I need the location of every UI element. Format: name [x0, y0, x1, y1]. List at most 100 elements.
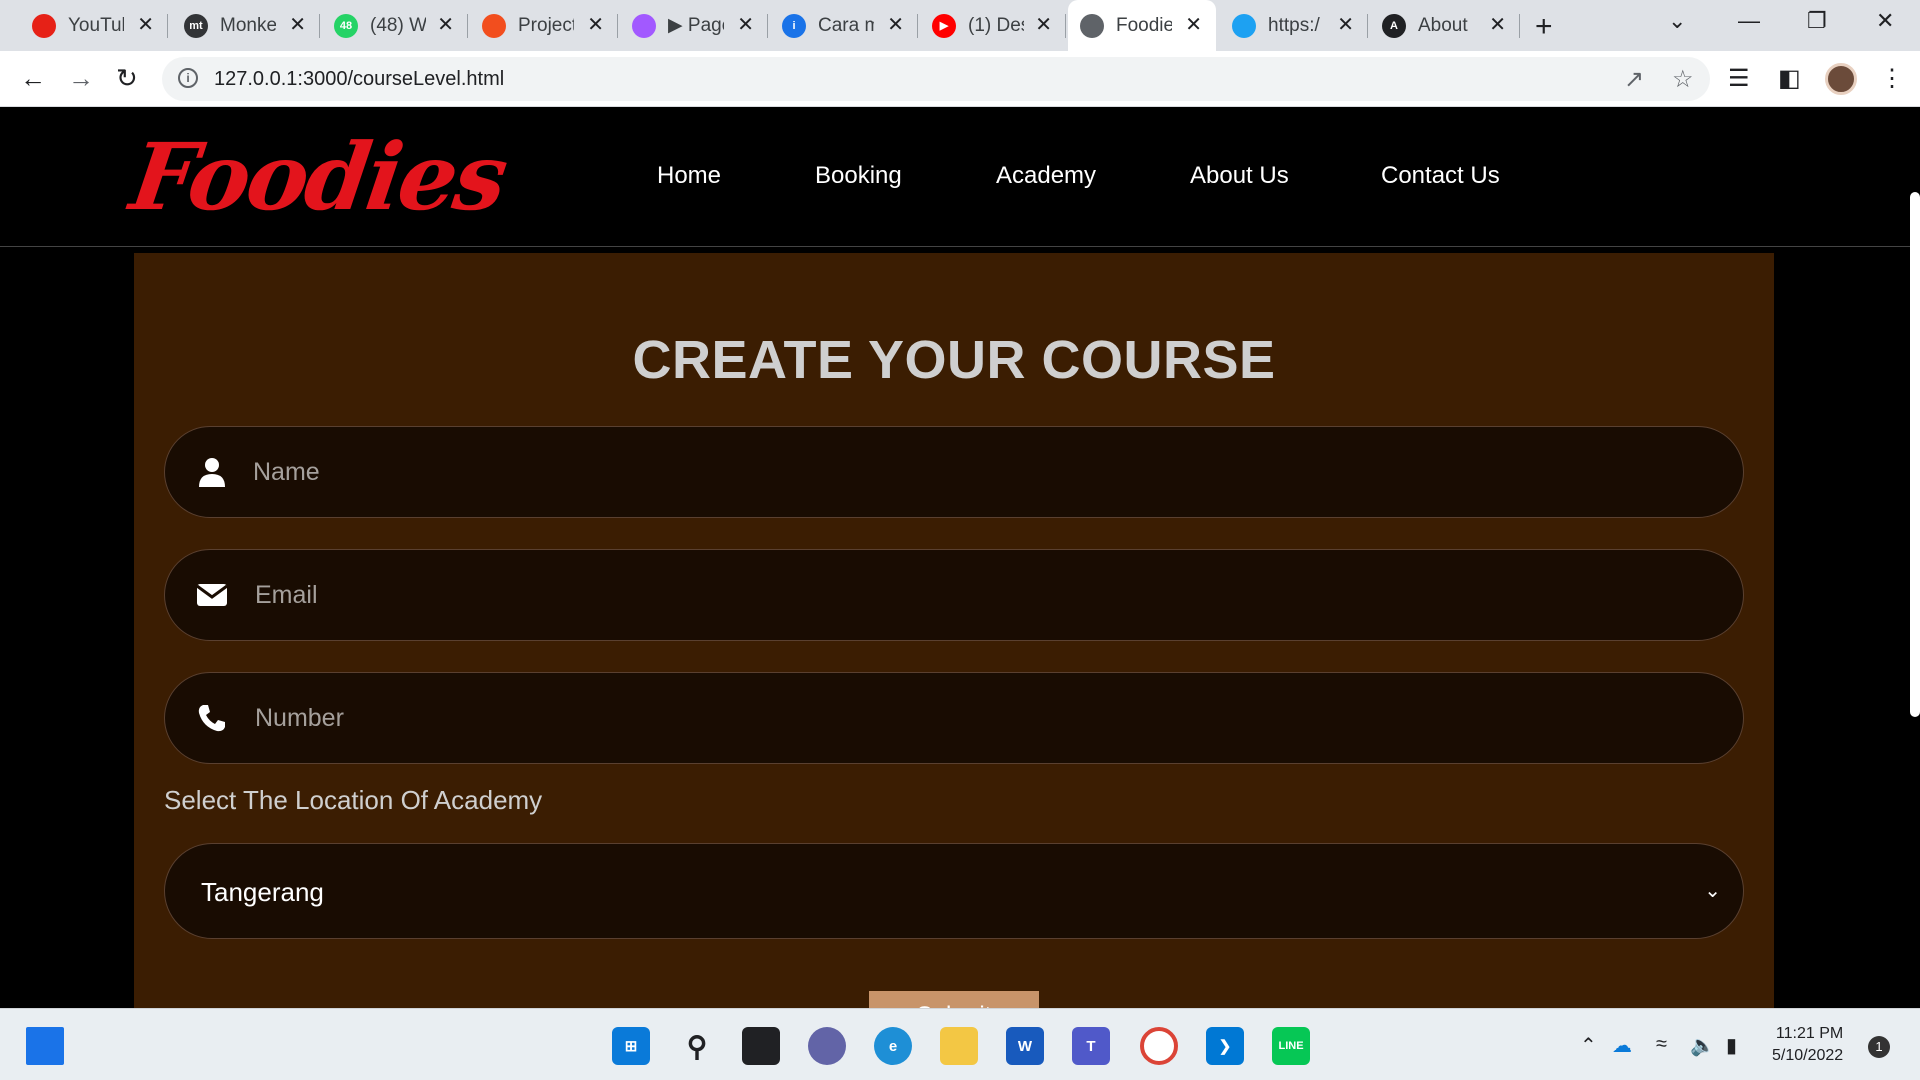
number-field[interactable]: Number	[164, 672, 1744, 764]
page-viewport: Foodies Home Booking Academy About Us Co…	[0, 107, 1920, 1008]
minimize-button[interactable]: —	[1738, 8, 1760, 34]
whatsapp-icon: 48	[334, 13, 358, 38]
chrome-menu-icon[interactable]: ⋮	[1880, 64, 1904, 93]
restore-button[interactable]: ❐	[1807, 8, 1827, 34]
windows-taskbar: ⊞ ⚲ e W T ❯ LINE ⌃ ☁ ≈ 🔈 ▮ 11:21 PM 5/10…	[0, 1008, 1920, 1080]
notification-badge[interactable]: 1	[1868, 1036, 1890, 1058]
info-icon: i	[782, 13, 806, 38]
angular-icon: A	[1382, 13, 1406, 38]
url-text[interactable]: 127.0.0.1:3000/courseLevel.html	[214, 68, 504, 91]
name-placeholder: Name	[253, 458, 320, 486]
browser-tab[interactable]: i Cara m ✕	[770, 0, 918, 51]
tab-title: About	[1418, 14, 1468, 36]
onedrive-icon[interactable]: ☁	[1612, 1033, 1632, 1058]
teams-chat-icon[interactable]	[808, 1027, 846, 1065]
course-form-panel: CREATE YOUR COURSE Name Email Number Sel…	[134, 253, 1774, 1008]
twitter-icon	[1232, 13, 1256, 38]
tab-title: (1) Des	[968, 14, 1024, 36]
site-info-icon[interactable]: i	[178, 68, 198, 88]
close-tab-icon[interactable]: ✕	[1185, 14, 1202, 36]
new-tab-button[interactable]: +	[1535, 10, 1553, 44]
browser-tab[interactable]: YouTube ✕	[20, 0, 168, 51]
reload-button[interactable]: ↻	[116, 63, 138, 93]
nav-booking[interactable]: Booking	[815, 162, 902, 190]
close-window-button[interactable]: ✕	[1876, 8, 1894, 34]
tab-search-icon[interactable]: ⌄	[1668, 8, 1686, 34]
figma-icon	[482, 13, 506, 38]
page-scrollbar[interactable]	[1910, 192, 1920, 717]
browser-tab[interactable]: https:/ ✕	[1220, 0, 1368, 51]
wifi-icon[interactable]: ≈	[1656, 1033, 1667, 1056]
battery-icon[interactable]: ▮	[1726, 1033, 1737, 1058]
close-tab-icon[interactable]: ✕	[587, 14, 604, 36]
edge-browser-icon[interactable]: e	[874, 1027, 912, 1065]
show-hidden-icons-icon[interactable]: ⌃	[1580, 1033, 1597, 1058]
tab-title: Project	[518, 14, 574, 36]
search-icon[interactable]: ⚲	[678, 1027, 716, 1065]
clock-date: 5/10/2022	[1772, 1047, 1844, 1064]
location-label: Select The Location Of Academy	[164, 785, 543, 815]
foodies-logo[interactable]: Foodies	[124, 123, 511, 231]
system-clock[interactable]: 11:21 PM 5/10/2022	[1772, 1023, 1843, 1067]
email-field[interactable]: Email	[164, 549, 1744, 641]
close-tab-icon[interactable]: ✕	[1337, 14, 1354, 36]
monkeytype-icon: mt	[184, 13, 208, 38]
nav-home[interactable]: Home	[657, 162, 721, 190]
browser-toolbar: ← → ↻ i 127.0.0.1:3000/courseLevel.html …	[0, 51, 1920, 107]
close-tab-icon[interactable]: ✕	[737, 14, 754, 36]
figma-icon	[632, 13, 656, 38]
browser-tab[interactable]: A About ✕	[1370, 0, 1520, 51]
tab-title: Cara m	[818, 14, 874, 36]
teams-icon[interactable]: T	[1072, 1027, 1110, 1065]
user-icon	[195, 455, 229, 489]
tab-title: ▶ Page	[668, 15, 724, 36]
nav-contact-us[interactable]: Contact Us	[1381, 162, 1500, 190]
close-tab-icon[interactable]: ✕	[887, 14, 904, 36]
location-selected-value: Tangerang	[201, 877, 324, 907]
widgets-icon[interactable]	[26, 1027, 64, 1065]
clock-time: 11:21 PM	[1775, 1025, 1844, 1042]
number-placeholder: Number	[255, 704, 344, 732]
chevron-down-icon: ⌄	[1704, 880, 1721, 902]
close-tab-icon[interactable]: ✕	[289, 14, 306, 36]
side-panel-icon[interactable]: ◧	[1778, 64, 1801, 93]
close-tab-icon[interactable]: ✕	[1489, 14, 1506, 36]
file-explorer-icon[interactable]	[940, 1027, 978, 1065]
close-tab-icon[interactable]: ✕	[437, 14, 454, 36]
bookmark-star-icon[interactable]: ☆	[1672, 65, 1694, 94]
location-select[interactable]: Tangerang ⌄	[164, 843, 1744, 939]
browser-tab[interactable]: ▶ (1) Des ✕	[920, 0, 1066, 51]
line-app-icon[interactable]: LINE	[1272, 1027, 1310, 1065]
tab-title: Monke	[220, 14, 276, 36]
browser-tab[interactable]: ▶ Page ✕	[620, 0, 768, 51]
word-icon[interactable]: W	[1006, 1027, 1044, 1065]
browser-tab[interactable]: 48 (48) W ✕	[322, 0, 468, 51]
address-bar[interactable]: i 127.0.0.1:3000/courseLevel.html ↗ ☆	[162, 57, 1710, 101]
close-tab-icon[interactable]: ✕	[1035, 14, 1052, 36]
site-header: Foodies Home Booking Academy About Us Co…	[0, 107, 1910, 247]
task-view-icon[interactable]	[742, 1027, 780, 1065]
volume-icon[interactable]: 🔈	[1690, 1033, 1715, 1058]
name-field[interactable]: Name	[164, 426, 1744, 518]
youtube-icon: ▶	[932, 13, 956, 38]
media-control-icon[interactable]: ☰	[1728, 64, 1750, 93]
tab-title: YouTube	[68, 14, 124, 36]
close-tab-icon[interactable]: ✕	[137, 14, 154, 36]
forward-button[interactable]: →	[68, 63, 94, 93]
envelope-icon	[195, 578, 229, 612]
nav-academy[interactable]: Academy	[996, 162, 1096, 190]
nav-about-us[interactable]: About Us	[1190, 162, 1289, 190]
phone-icon	[195, 701, 229, 735]
chrome-icon[interactable]	[1140, 1027, 1178, 1065]
back-button[interactable]: ←	[20, 63, 46, 93]
share-icon[interactable]: ↗	[1624, 65, 1644, 94]
browser-tab[interactable]: mt Monke ✕	[172, 0, 320, 51]
vscode-icon[interactable]: ❯	[1206, 1027, 1244, 1065]
page-title: CREATE YOUR COURSE	[632, 330, 1276, 390]
submit-button[interactable]: Submit	[869, 991, 1039, 1008]
tab-title: (48) W	[370, 14, 426, 36]
browser-tab[interactable]: Project ✕	[470, 0, 618, 51]
profile-avatar[interactable]	[1825, 63, 1857, 95]
start-button-icon[interactable]: ⊞	[612, 1027, 650, 1065]
browser-tab[interactable]: Foodie ✕	[1068, 0, 1216, 51]
